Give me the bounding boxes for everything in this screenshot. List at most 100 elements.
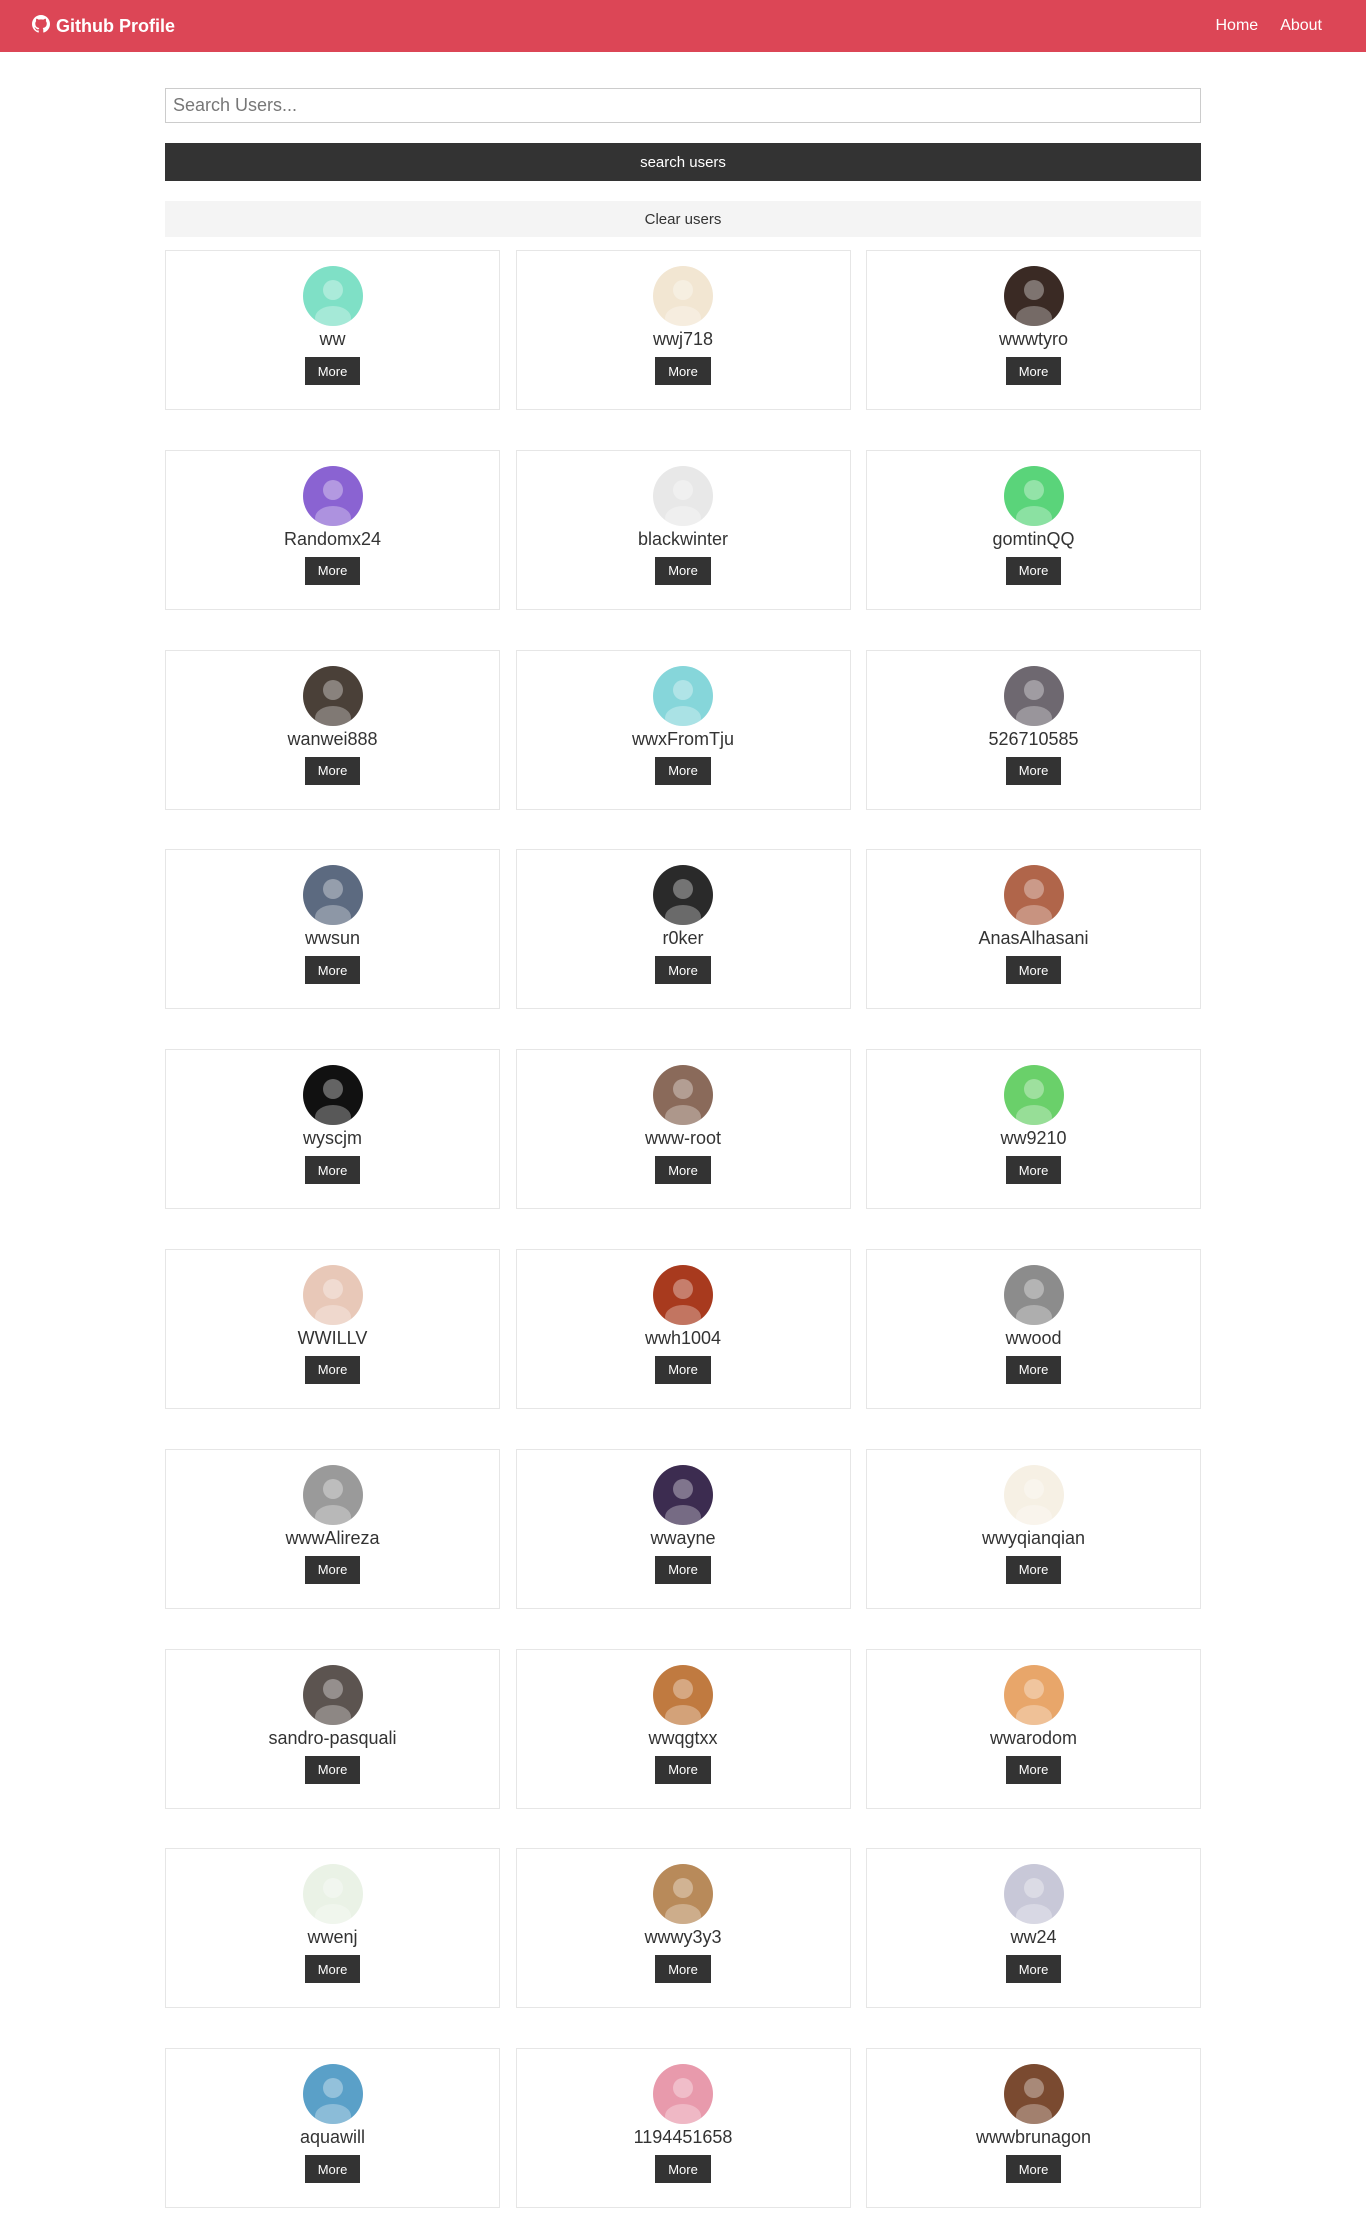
github-icon xyxy=(32,14,50,38)
user-card: AnasAlhasani More xyxy=(866,849,1201,1010)
more-button[interactable]: More xyxy=(1005,1555,1062,1584)
user-avatar xyxy=(1003,665,1064,726)
user-avatar xyxy=(1003,266,1064,326)
user-login: 526710585 xyxy=(988,728,1079,749)
user-card: sandro-pasquali More xyxy=(165,1648,500,1809)
more-button[interactable]: More xyxy=(655,357,711,385)
user-avatar xyxy=(302,266,363,326)
more-button[interactable]: More xyxy=(1005,1355,1062,1384)
user-login: wwsun xyxy=(304,928,361,949)
more-button[interactable]: More xyxy=(1005,1156,1062,1185)
more-button[interactable]: More xyxy=(304,756,361,785)
more-button[interactable]: More xyxy=(655,1355,711,1384)
user-login: r0ker xyxy=(662,928,704,949)
user-login: wwayne xyxy=(650,1527,716,1548)
more-button[interactable]: More xyxy=(304,1555,361,1584)
search-users-button[interactable]: search users xyxy=(165,143,1201,181)
more-button[interactable]: More xyxy=(655,1955,711,1984)
user-card: wwood More xyxy=(866,1248,1201,1409)
user-login: wwood xyxy=(1005,1327,1062,1348)
more-button[interactable]: More xyxy=(1005,357,1062,385)
user-card: aquawill More xyxy=(165,2048,500,2209)
more-button[interactable]: More xyxy=(304,2155,361,2184)
search-input[interactable] xyxy=(165,88,1201,123)
more-button[interactable]: More xyxy=(1005,1755,1062,1784)
more-button[interactable]: More xyxy=(1005,1955,1062,1984)
user-login: ww9210 xyxy=(1000,1128,1067,1149)
user-login: www-root xyxy=(644,1128,721,1149)
main-container: search users Clear users ww More wwj718 Mor… xyxy=(165,88,1201,2209)
user-avatar xyxy=(1003,1065,1064,1126)
nav-link-home[interactable]: Home xyxy=(1216,17,1259,35)
user-card: ww24 More xyxy=(866,1848,1201,2009)
user-card: wanwei888 More xyxy=(165,649,500,810)
user-avatar xyxy=(1003,2064,1064,2125)
more-button[interactable]: More xyxy=(655,756,711,785)
clear-users-button[interactable]: Clear users xyxy=(165,201,1201,237)
user-login: wwqgtxx xyxy=(648,1727,718,1748)
user-card: wwwAlireza More xyxy=(165,1448,500,1609)
user-login: AnasAlhasani xyxy=(978,928,1089,949)
user-avatar xyxy=(302,1065,363,1126)
user-card: 526710585 More xyxy=(866,649,1201,810)
user-card: www-root More xyxy=(515,1049,851,1210)
user-avatar xyxy=(653,1065,713,1126)
more-button[interactable]: More xyxy=(304,1355,361,1384)
more-button[interactable]: More xyxy=(655,2155,711,2184)
more-button[interactable]: More xyxy=(304,556,361,585)
user-avatar xyxy=(653,266,713,326)
brand[interactable]: Github Profile xyxy=(32,14,175,38)
nav-link-about[interactable]: About xyxy=(1280,17,1322,35)
more-button[interactable]: More xyxy=(1005,556,1062,585)
brand-text: Github Profile xyxy=(56,15,175,36)
more-button[interactable]: More xyxy=(304,357,361,385)
user-login: wwh1004 xyxy=(644,1327,722,1348)
user-avatar xyxy=(302,865,363,926)
user-login: wwwy3y3 xyxy=(644,1927,722,1948)
user-card: r0ker More xyxy=(515,849,851,1010)
more-button[interactable]: More xyxy=(1005,956,1062,985)
more-button[interactable]: More xyxy=(655,1755,711,1784)
user-avatar xyxy=(653,865,713,926)
user-avatar xyxy=(302,465,363,526)
user-card: wwenj More xyxy=(165,1848,500,2009)
user-card: ww9210 More xyxy=(866,1049,1201,1210)
user-avatar xyxy=(1003,465,1064,526)
more-button[interactable]: More xyxy=(304,956,361,985)
user-avatar xyxy=(1003,1464,1064,1525)
user-login: aquawill xyxy=(299,2127,366,2148)
more-button[interactable]: More xyxy=(655,1555,711,1584)
user-login: blackwinter xyxy=(637,528,729,549)
user-login: gomtinQQ xyxy=(992,528,1075,549)
user-avatar xyxy=(1003,1864,1064,1925)
user-login: wwyqianqian xyxy=(981,1527,1086,1548)
more-button[interactable]: More xyxy=(655,1156,711,1185)
user-card: WWILLV More xyxy=(165,1248,500,1409)
user-card: wwwy3y3 More xyxy=(515,1848,851,2009)
user-login: sandro-pasquali xyxy=(268,1727,397,1748)
user-login: ww24 xyxy=(1010,1927,1057,1948)
user-avatar xyxy=(1003,865,1064,926)
more-button[interactable]: More xyxy=(1005,756,1062,785)
user-card: wwarodom More xyxy=(866,1648,1201,1809)
nav-links: Home About xyxy=(1216,17,1323,35)
more-button[interactable]: More xyxy=(1005,2155,1062,2184)
more-button[interactable]: More xyxy=(304,1156,361,1185)
user-login: wwwAlireza xyxy=(285,1527,380,1548)
user-login: wwxFromTju xyxy=(632,728,734,749)
more-button[interactable]: More xyxy=(304,1755,361,1784)
user-card: wwqgtxx More xyxy=(515,1648,851,1809)
user-card: wwyqianqian More xyxy=(866,1448,1201,1609)
user-card: 1194451658 More xyxy=(515,2048,851,2209)
user-avatar xyxy=(653,1264,713,1325)
user-card: wwwbrunagon More xyxy=(866,2048,1201,2209)
user-card: wwh1004 More xyxy=(515,1248,851,1409)
user-avatar xyxy=(653,665,713,726)
user-avatar xyxy=(1003,1664,1064,1725)
more-button[interactable]: More xyxy=(304,1955,361,1984)
user-card: wyscjm More xyxy=(165,1049,500,1210)
user-card: wwayne More xyxy=(515,1448,851,1609)
more-button[interactable]: More xyxy=(655,556,711,585)
more-button[interactable]: More xyxy=(655,956,711,985)
user-avatar xyxy=(302,1264,363,1325)
